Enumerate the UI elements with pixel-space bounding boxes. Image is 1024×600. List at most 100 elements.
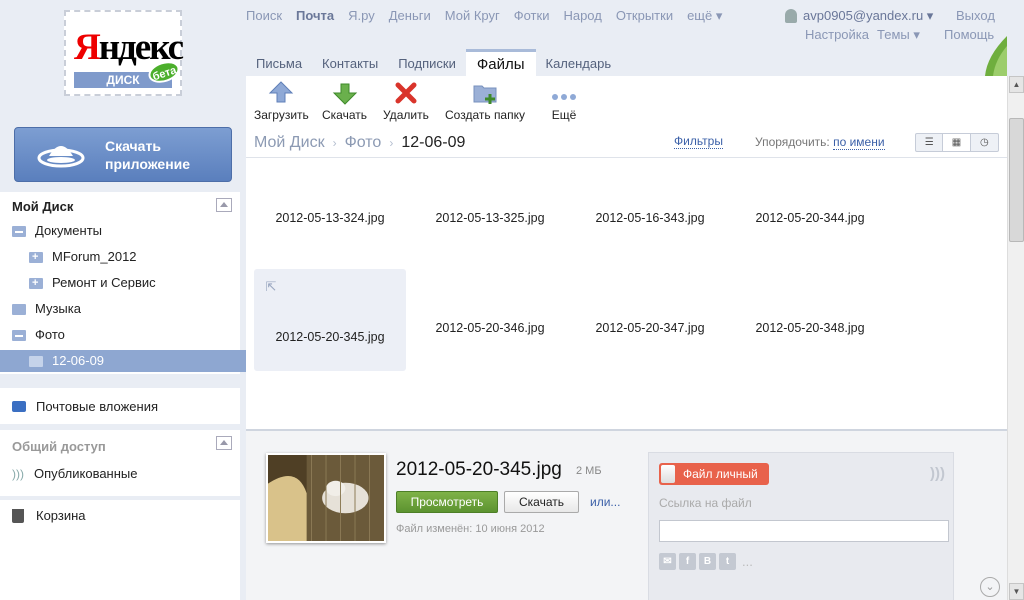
breadcrumb-separator: ›: [389, 136, 394, 150]
sidebar-item-folder[interactable]: Фото: [0, 324, 65, 346]
open-external-icon[interactable]: ⇱: [264, 279, 278, 294]
selected-file-preview[interactable]: [266, 453, 386, 543]
create-folder-label: Создать папку: [445, 108, 525, 122]
themes-link[interactable]: Темы ▾: [877, 27, 920, 43]
delete-button[interactable]: Удалить: [383, 80, 429, 122]
file-item[interactable]: 2012-05-20-348.jpg: [734, 260, 886, 362]
top-nav-link[interactable]: Открытки: [616, 8, 673, 24]
upload-button[interactable]: Загрузить: [254, 80, 309, 122]
file-item[interactable]: [734, 370, 886, 428]
top-nav-link[interactable]: Мой Круг: [445, 8, 500, 24]
settings-link[interactable]: Настройка: [805, 27, 869, 42]
tab-0[interactable]: Письма: [246, 49, 312, 77]
detail-download-button[interactable]: Скачать: [504, 491, 579, 513]
download-app-button[interactable]: Скачать приложение: [14, 127, 232, 182]
file-name: 2012-05-20-347.jpg: [595, 321, 705, 335]
more-dots-icon: [552, 94, 576, 100]
file-item[interactable]: 2012-05-16-343.jpg: [574, 158, 726, 252]
shared-access-title: Общий доступ: [12, 439, 106, 454]
logout-link[interactable]: Выход: [956, 8, 995, 23]
social-more[interactable]: ...: [742, 554, 753, 569]
top-nav-link[interactable]: Народ: [563, 8, 601, 24]
top-nav-link[interactable]: Я.ру: [348, 8, 375, 24]
file-item[interactable]: 2012-05-20-347.jpg: [574, 260, 726, 362]
delete-x-icon: [395, 82, 417, 104]
breadcrumb-root[interactable]: Мой Диск: [254, 134, 325, 152]
tab-2[interactable]: Подписки: [388, 49, 466, 77]
new-folder-icon: [473, 85, 497, 104]
social-share-buttons: ✉ f Вt...: [659, 553, 753, 570]
file-item[interactable]: 2012-05-13-324.jpg: [254, 158, 406, 252]
breadcrumb-current: 12-06-09: [401, 134, 466, 151]
breadcrumb-folder[interactable]: Фото: [345, 134, 382, 152]
file-item[interactable]: [414, 370, 566, 428]
file-item[interactable]: [574, 370, 726, 428]
top-nav-link[interactable]: ещё ▾: [687, 8, 722, 24]
social-share-icon[interactable]: t: [719, 553, 736, 570]
ufo-icon: [37, 145, 85, 167]
file-item[interactable]: [254, 370, 406, 428]
tab-4[interactable]: Календарь: [536, 49, 622, 77]
social-share-icon[interactable]: f: [679, 553, 696, 570]
my-disk-title[interactable]: Мой Диск: [12, 199, 73, 214]
download-label: Скачать: [322, 108, 367, 122]
top-nav-link[interactable]: Фотки: [514, 8, 550, 24]
download-button[interactable]: Скачать: [322, 80, 367, 122]
filters-link[interactable]: Фильтры: [674, 135, 723, 149]
scrollbar-thumb[interactable]: [1009, 118, 1024, 242]
files-panel: Загрузить Скачать Удалить Создать папку …: [246, 76, 1007, 600]
scroll-down-icon[interactable]: ▼: [1009, 583, 1024, 600]
vertical-scrollbar[interactable]: ▲ ▼: [1007, 76, 1024, 600]
scroll-up-icon[interactable]: ▲: [1009, 76, 1024, 93]
file-name: 2012-05-16-343.jpg: [595, 211, 705, 225]
file-item[interactable]: 2012-05-20-346.jpg: [414, 260, 566, 362]
file-link-label: Ссылка на файл: [659, 496, 752, 510]
sidebar-item-label: MForum_2012: [52, 249, 137, 264]
file-item[interactable]: 2012-05-20-344.jpg: [734, 158, 886, 252]
more-button[interactable]: Ещё: [551, 80, 577, 122]
private-file-toggle[interactable]: Файл личный: [659, 463, 769, 485]
top-nav-link[interactable]: Почта: [296, 8, 334, 24]
collapse-tree-button[interactable]: [216, 198, 232, 212]
timeline-view-icon[interactable]: ◷: [971, 134, 998, 151]
top-nav-link[interactable]: Поиск: [246, 8, 282, 24]
tab-3[interactable]: Файлы: [465, 49, 536, 77]
file-name: 2012-05-20-344.jpg: [755, 211, 865, 225]
grid-view-icon[interactable]: ▦: [943, 134, 971, 151]
sidebar-item-folder[interactable]: 12-06-09: [0, 350, 254, 372]
mail-attachments-link[interactable]: Почтовые вложения: [0, 388, 240, 424]
published-link[interactable]: ))) Опубликованные: [12, 466, 138, 481]
sidebar-item-folder[interactable]: Музыка: [0, 298, 81, 320]
folder-tree: Мой Диск Документы MForum_2012 Ремонт и Се…: [0, 192, 254, 374]
left-sidebar: Яндекс ДИСК бета Скачать приложение Мой …: [0, 0, 254, 600]
sidebar-item-folder[interactable]: Документы: [0, 220, 102, 242]
tab-1[interactable]: Контакты: [312, 49, 388, 77]
social-share-icon[interactable]: ✉: [659, 553, 676, 570]
user-menu[interactable]: avp0905@yandex.ru ▾: [785, 8, 933, 24]
more-options-link[interactable]: или...: [590, 495, 620, 509]
breadcrumb-separator: ›: [332, 136, 337, 150]
sidebar-item-folder[interactable]: Ремонт и Сервис: [0, 272, 156, 294]
sort-value-link[interactable]: по имени: [833, 135, 885, 150]
chevron-down-icon[interactable]: ⌄: [980, 577, 1000, 597]
create-folder-button[interactable]: Создать папку: [445, 80, 525, 122]
file-link-input[interactable]: [659, 520, 949, 542]
social-share-icon[interactable]: В: [699, 553, 716, 570]
trash-link[interactable]: Корзина: [0, 500, 240, 600]
file-item[interactable]: 2012-05-13-325.jpg: [414, 158, 566, 252]
collapse-shared-button[interactable]: [216, 436, 232, 450]
top-nav-link[interactable]: Деньги: [389, 8, 431, 24]
file-item[interactable]: ⇱ 2012-05-20-345.jpg: [254, 269, 406, 371]
folder-plus-icon: [29, 272, 43, 294]
selected-file-size: 2 МБ: [576, 465, 602, 477]
sidebar-item-label: Музыка: [35, 301, 81, 316]
yandex-disk-logo[interactable]: Яндекс ДИСК бета: [64, 10, 184, 96]
view-button[interactable]: Просмотреть: [396, 491, 498, 513]
sort-control: Упорядочить: по имени: [755, 135, 885, 150]
leaf-decoration-icon: [985, 36, 1007, 76]
list-view-icon[interactable]: ☰: [916, 134, 944, 151]
folder-open-icon: [12, 225, 26, 237]
more-label: Ещё: [551, 108, 577, 122]
broadcast-icon: ))): [930, 465, 945, 482]
sidebar-item-folder[interactable]: MForum_2012: [0, 246, 137, 268]
